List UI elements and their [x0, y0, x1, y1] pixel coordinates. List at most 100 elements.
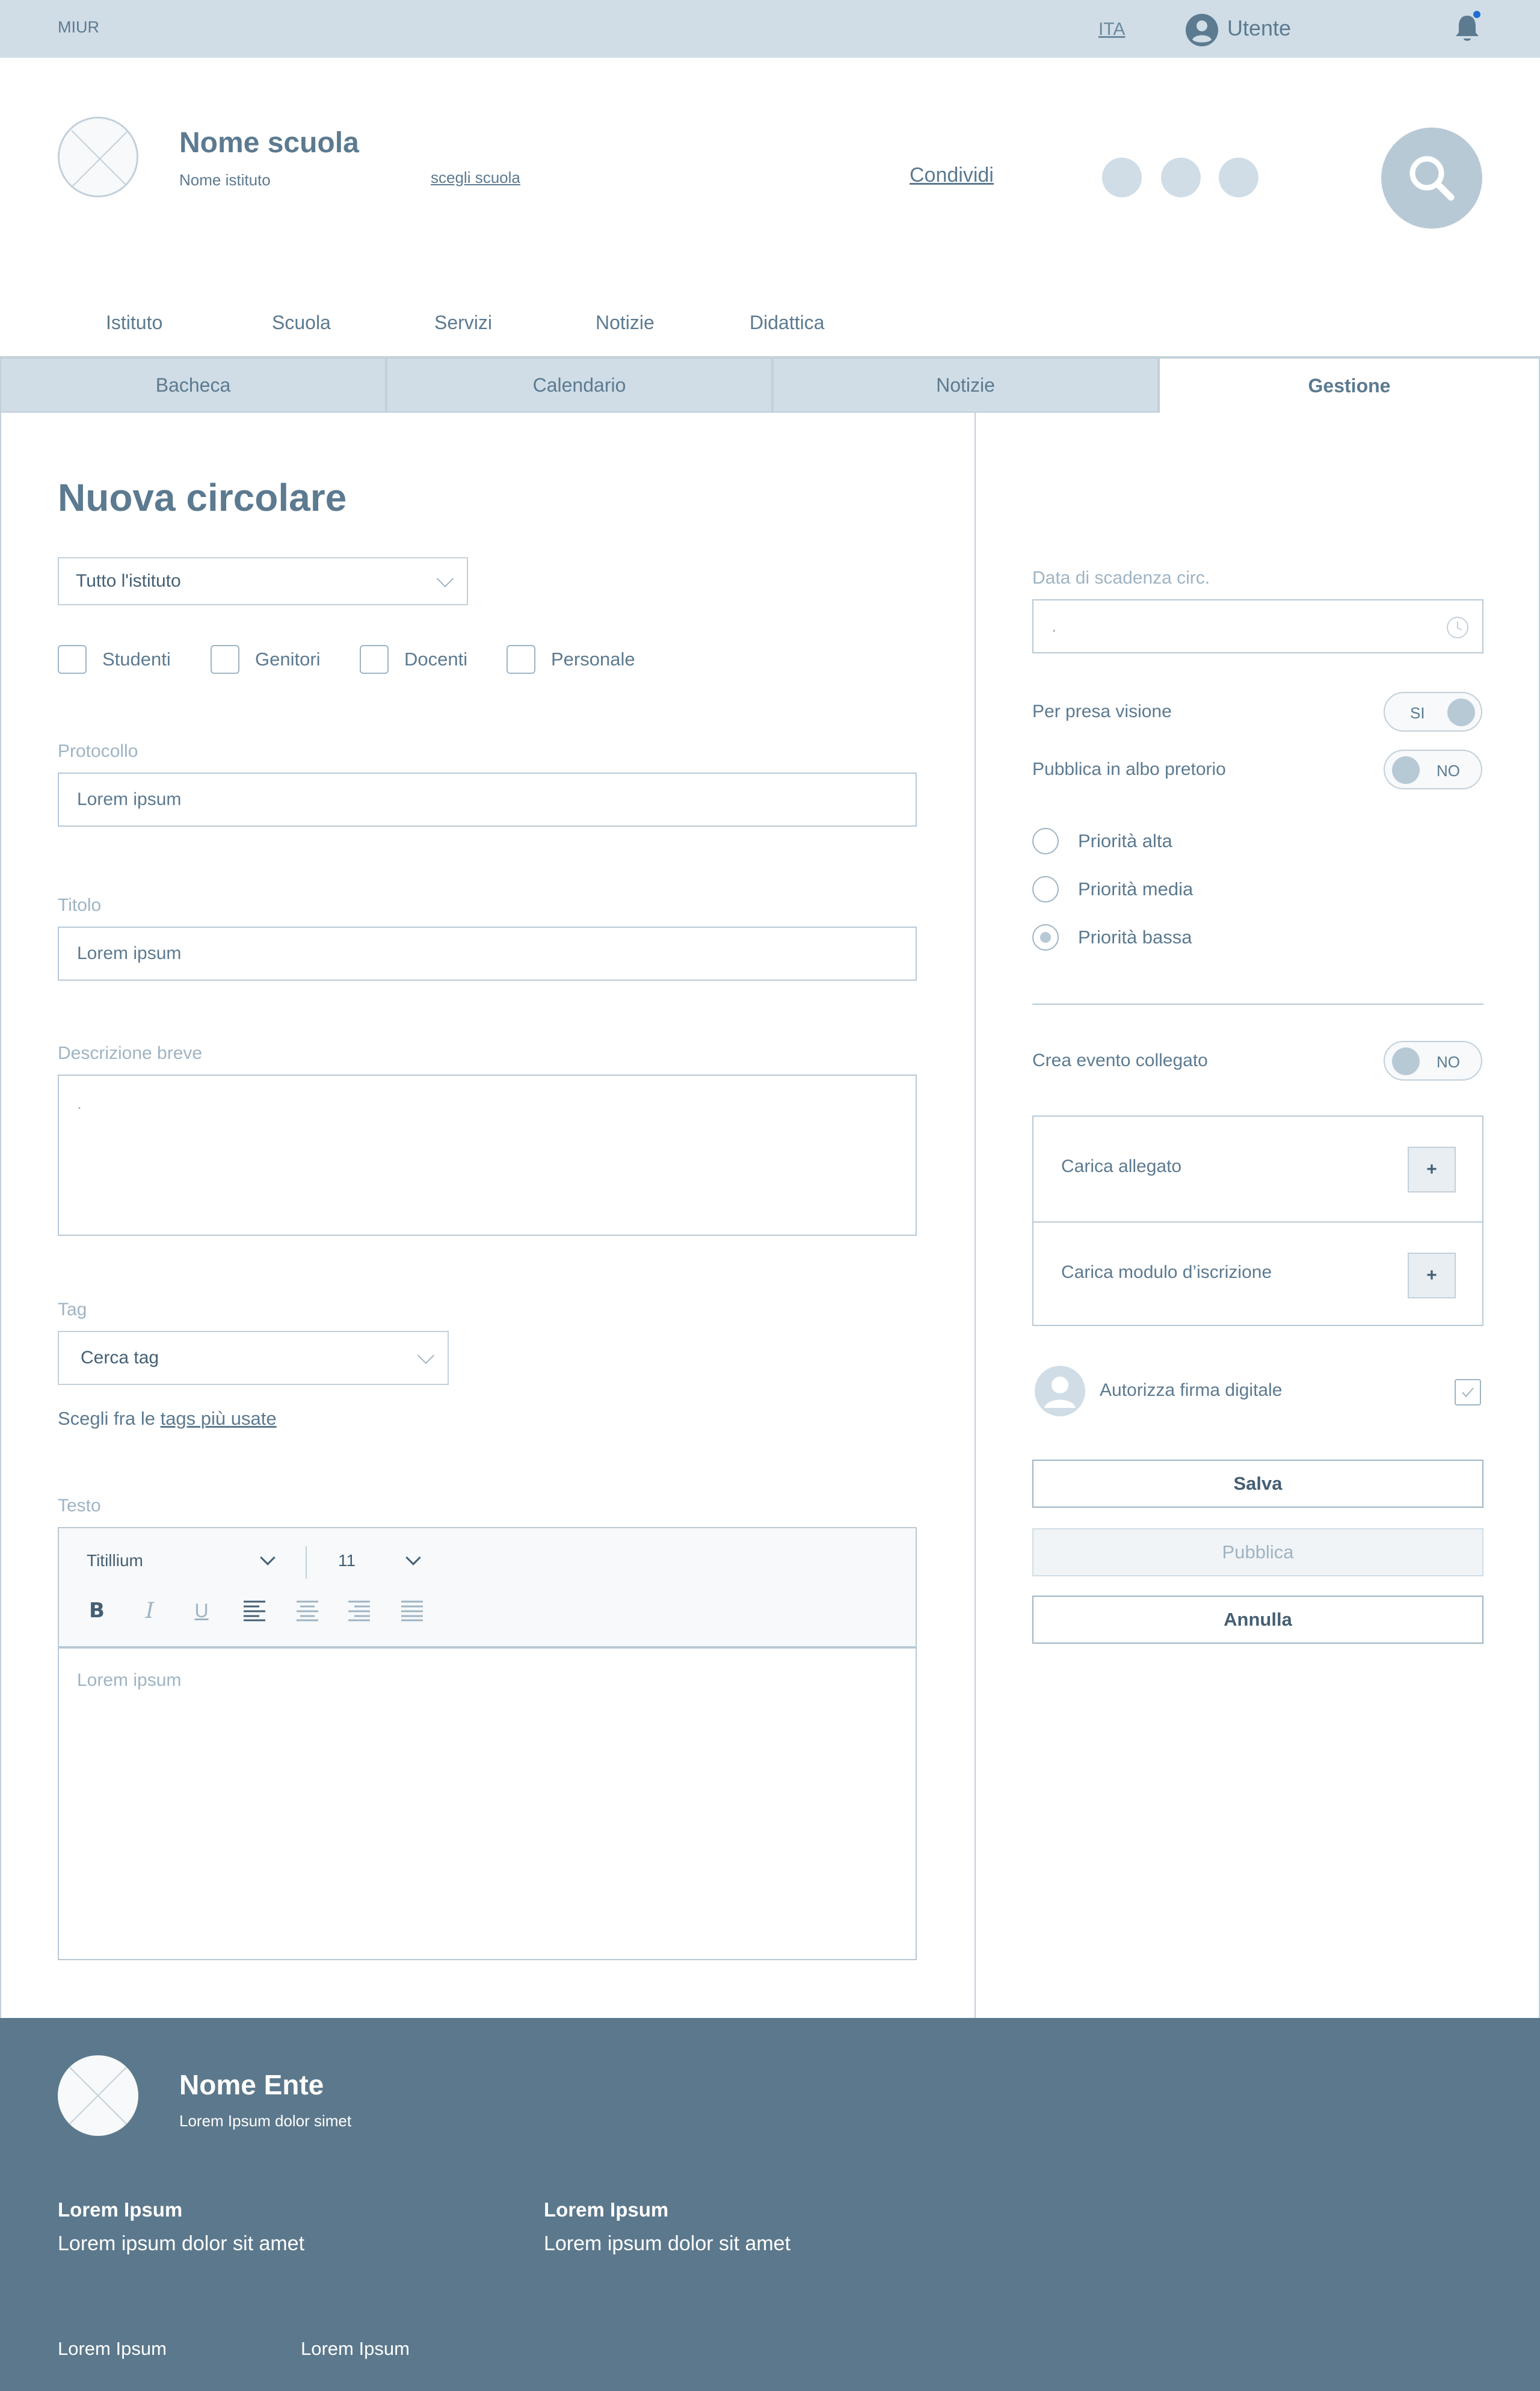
event-toggle[interactable]: NO [1384, 1041, 1482, 1081]
nav-didattica[interactable]: Didattica [750, 312, 825, 334]
radio[interactable] [1032, 876, 1059, 902]
align-center-icon[interactable] [292, 1596, 322, 1626]
user-name[interactable]: Utente [1227, 16, 1291, 41]
priority-media[interactable]: Priorità media [1032, 876, 1193, 902]
checkbox-label: Personale [551, 649, 635, 670]
upload-form-row: Carica modulo d’iscrizione + [1033, 1223, 1482, 1327]
radio-selected[interactable] [1032, 924, 1059, 951]
digital-signature-checkbox[interactable] [1455, 1379, 1481, 1405]
radio-label: Priorità media [1078, 878, 1194, 899]
checkbox[interactable] [211, 645, 239, 674]
recipient-docenti[interactable]: Docenti [360, 645, 467, 674]
footer-org-subtitle: Lorem Ipsum dolor simet [179, 2112, 352, 2130]
tag-search-select[interactable]: Cerca tag [58, 1331, 449, 1385]
cancel-button[interactable]: Annulla [1032, 1596, 1483, 1644]
nav-servizi[interactable]: Servizi [434, 312, 492, 334]
toggle-label: NO [1437, 1053, 1460, 1071]
save-button[interactable]: Salva [1032, 1460, 1483, 1508]
radio[interactable] [1032, 828, 1059, 854]
checkbox[interactable] [58, 645, 87, 674]
font-family-select[interactable]: Titillium [87, 1551, 143, 1570]
tab-calendario[interactable]: Calendario [386, 357, 772, 413]
recipient-studenti[interactable]: Studenti [58, 645, 171, 674]
description-label: Descrizione breve [58, 1043, 203, 1063]
recipient-personale[interactable]: Personale [507, 645, 635, 674]
clock-icon[interactable] [1446, 616, 1469, 639]
nav-notizie[interactable]: Notizie [596, 312, 654, 334]
checkbox[interactable] [507, 645, 535, 674]
priority-alta[interactable]: Priorità alta [1032, 828, 1172, 854]
school-logo [58, 117, 138, 197]
align-right-icon[interactable] [344, 1596, 374, 1626]
text-label: Testo [58, 1496, 101, 1516]
notification-bell-icon[interactable] [1452, 11, 1482, 45]
tag-hint-text: Scegli fra le [58, 1408, 161, 1429]
brand-label[interactable]: MIUR [58, 18, 99, 37]
chevron-down-icon[interactable] [260, 1550, 276, 1566]
social-icon-1[interactable] [1102, 158, 1142, 197]
radio-label: Priorità alta [1078, 830, 1172, 851]
editor-toolbar: Titillium 11 B I U [59, 1528, 916, 1649]
publish-button[interactable]: Pubblica [1032, 1528, 1483, 1576]
user-icon[interactable] [1185, 13, 1219, 47]
search-icon [1409, 156, 1455, 201]
bold-icon[interactable]: B [82, 1596, 112, 1626]
checkbox[interactable] [360, 645, 389, 674]
check-icon [1462, 1387, 1474, 1398]
description-textarea[interactable]: . [58, 1075, 917, 1236]
chevron-down-icon[interactable] [405, 1550, 421, 1566]
title-input[interactable]: Lorem ipsum [58, 927, 917, 981]
radio-label: Priorità bassa [1078, 927, 1192, 948]
italic-icon[interactable]: I [135, 1596, 165, 1626]
share-link[interactable]: Condividi [910, 164, 994, 187]
tab-gestione[interactable]: Gestione [1159, 357, 1540, 413]
editor-body[interactable]: Lorem ipsum [77, 1670, 181, 1691]
popular-tags-link[interactable]: tags più usate [161, 1408, 277, 1429]
tab-bacheca[interactable]: Bacheca [0, 357, 386, 413]
add-form-button[interactable]: + [1408, 1253, 1456, 1298]
albo-toggle[interactable]: NO [1384, 750, 1482, 789]
language-selector[interactable]: ITA [1098, 19, 1125, 40]
upload-box: Carica allegato + Carica modulo d’iscriz… [1032, 1115, 1483, 1326]
nav-istituto[interactable]: Istituto [106, 312, 162, 334]
footer-link-1[interactable]: Lorem Ipsum [58, 2338, 167, 2360]
section-divider [1032, 1004, 1483, 1005]
top-bar: MIUR ITA Utente [0, 0, 1540, 58]
footer-link-2[interactable]: Lorem Ipsum [301, 2338, 410, 2360]
chevron-down-icon [436, 570, 454, 588]
tag-label: Tag [58, 1300, 87, 1319]
notification-dot [1472, 11, 1482, 19]
underline-icon[interactable]: U [186, 1596, 217, 1626]
audience-select[interactable]: Tutto l'istituto [58, 557, 468, 605]
expiry-value: . [1052, 616, 1057, 636]
expiry-date-input[interactable]: . [1032, 599, 1483, 653]
tag-select-value: Cerca tag [81, 1348, 159, 1368]
checkbox-label: Docenti [404, 649, 468, 670]
align-justify-icon[interactable] [397, 1596, 427, 1626]
upload-attachment-label: Carica allegato [1061, 1156, 1182, 1176]
search-button[interactable] [1381, 128, 1482, 229]
nav-scuola[interactable]: Scuola [272, 312, 331, 334]
social-icon-2[interactable] [1161, 158, 1201, 197]
toggle-label: SI [1410, 704, 1425, 722]
toggle-knob [1392, 756, 1420, 784]
recipient-genitori[interactable]: Genitori [211, 645, 321, 674]
avatar-icon [1035, 1366, 1085, 1416]
description-value: . [77, 1094, 82, 1112]
protocol-input[interactable]: Lorem ipsum [58, 773, 917, 827]
expiry-label: Data di scadenza circ. [1032, 568, 1210, 588]
presa-visione-label: Per presa visione [1032, 702, 1172, 721]
choose-school-link[interactable]: scegli scuola [431, 168, 520, 187]
school-name: Nome scuola [179, 127, 359, 159]
priority-bassa[interactable]: Priorità bassa [1032, 924, 1192, 951]
upload-attachment-row: Carica allegato + [1033, 1117, 1482, 1221]
social-icon-3[interactable] [1219, 158, 1258, 197]
footer-org-name: Nome Ente [179, 2069, 324, 2100]
presa-visione-toggle[interactable]: SI [1384, 692, 1482, 732]
upload-form-label: Carica modulo d’iscrizione [1061, 1262, 1272, 1282]
tab-notizie[interactable]: Notizie [772, 357, 1159, 413]
add-attachment-button[interactable]: + [1408, 1147, 1456, 1192]
font-size-select[interactable]: 11 [338, 1551, 356, 1570]
align-left-icon[interactable] [239, 1596, 270, 1626]
footer-col1-title: Lorem Ipsum [58, 2198, 183, 2221]
